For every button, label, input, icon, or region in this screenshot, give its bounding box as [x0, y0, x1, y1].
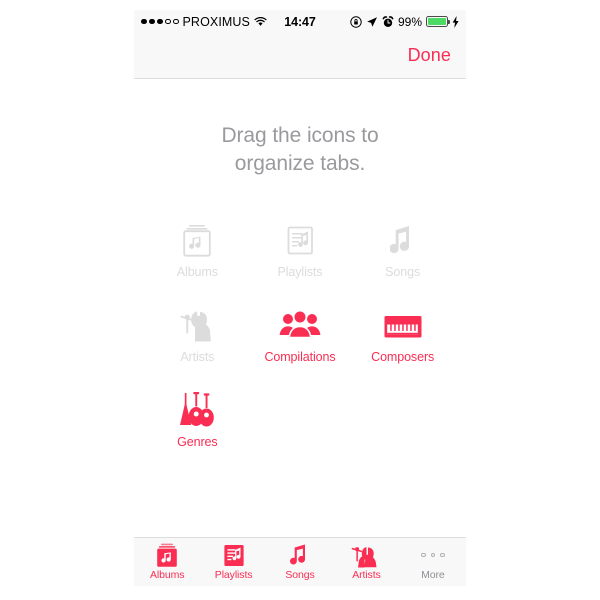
composers-icon	[383, 305, 423, 343]
grid-item-compilations[interactable]: Compilations	[249, 305, 352, 364]
genres-icon	[177, 390, 217, 428]
battery-percent-label: 99%	[397, 14, 422, 29]
playlists-icon	[284, 220, 316, 258]
tab-label: Albums	[149, 569, 185, 581]
grid-item-genres[interactable]: Genres	[146, 390, 249, 449]
wifi-icon	[254, 16, 267, 27]
songs-icon	[290, 542, 310, 568]
tab-label: Playlists	[214, 569, 253, 581]
grid-slot-empty	[351, 390, 454, 449]
playlists-icon	[222, 542, 246, 568]
grid-item-albums[interactable]: Albums	[146, 220, 249, 279]
grid-item-label: Songs	[385, 265, 421, 279]
instruction-line-1: Drag the icons to	[221, 124, 379, 147]
grid-item-label: Albums	[176, 265, 218, 279]
location-arrow-icon	[366, 16, 378, 28]
carrier-label: PROXIMUS	[182, 14, 250, 29]
phone-screen: PROXIMUS 14:47 99% Done Drag the icons t…	[134, 10, 466, 586]
rotation-lock-icon	[350, 15, 362, 28]
albums-icon	[181, 220, 213, 258]
lightning-bolt-icon	[452, 15, 459, 28]
done-button[interactable]: Done	[406, 43, 453, 68]
grid-item-label: Compilations	[264, 350, 336, 364]
content-area: Drag the icons to organize tabs. Albums	[134, 79, 466, 537]
grid-item-composers[interactable]: Composers	[351, 305, 454, 364]
grid-item-artists[interactable]: Artists	[146, 305, 249, 364]
status-bar-left: PROXIMUS	[141, 15, 267, 29]
navigation-bar: Done	[134, 33, 466, 79]
more-dots-icon	[421, 542, 445, 568]
albums-icon	[155, 542, 179, 568]
grid-item-label: Composers	[371, 350, 435, 364]
tab-label: Artists	[352, 569, 381, 581]
grid-item-label: Playlists	[277, 265, 323, 279]
tab-albums[interactable]: Albums	[134, 542, 200, 581]
grid-item-label: Genres	[177, 435, 218, 449]
songs-icon	[389, 220, 416, 258]
grid-item-label: Artists	[180, 350, 215, 364]
tab-label: More	[421, 569, 445, 581]
instruction-line-2: organize tabs.	[234, 152, 366, 175]
grid-item-playlists[interactable]: Playlists	[249, 220, 352, 279]
grid-slot-empty	[249, 390, 352, 449]
alarm-clock-icon	[382, 15, 394, 28]
tab-artists[interactable]: Artists	[333, 542, 399, 581]
status-bar-right: 99%	[350, 15, 459, 29]
battery-icon	[426, 16, 450, 27]
grid-item-songs[interactable]: Songs	[351, 220, 454, 279]
compilations-icon	[279, 305, 321, 343]
tab-customization-grid: Albums Playlists Songs Artists Compilati…	[134, 220, 466, 449]
artists-icon	[178, 305, 216, 343]
status-bar: PROXIMUS 14:47 99%	[134, 10, 466, 33]
artists-icon	[351, 542, 381, 568]
tab-more[interactable]: More	[400, 542, 466, 581]
tab-playlists[interactable]: Playlists	[200, 542, 266, 581]
tab-label: Songs	[285, 569, 315, 581]
tab-bar: Albums Playlists Songs Artists More	[134, 537, 466, 586]
tab-songs[interactable]: Songs	[267, 542, 333, 581]
signal-strength-icon	[141, 18, 179, 25]
instruction-headline: Drag the icons to organize tabs.	[162, 122, 438, 178]
